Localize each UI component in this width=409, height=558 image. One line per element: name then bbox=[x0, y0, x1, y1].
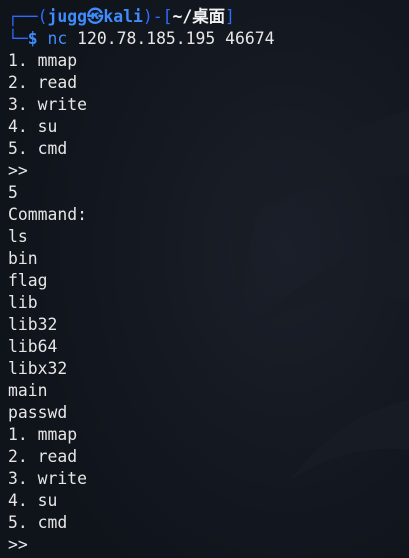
prompt-frame-mid: )-[ bbox=[142, 7, 173, 26]
output-line: 4. su bbox=[8, 117, 58, 136]
prompt-host: kali bbox=[103, 7, 143, 26]
output-line: >> bbox=[8, 535, 28, 554]
output-line: passwd bbox=[8, 403, 68, 422]
output-line: >> bbox=[8, 161, 28, 180]
output-line: flag bbox=[8, 271, 48, 290]
output-line: lib bbox=[8, 293, 38, 312]
prompt-frame-close: ] bbox=[224, 7, 235, 26]
output-line: lib64 bbox=[8, 337, 58, 356]
prompt-path: ~/桌面 bbox=[172, 7, 225, 26]
output-line: 3. write bbox=[8, 469, 87, 488]
output-line: 3. write bbox=[8, 95, 87, 114]
output-line: 2. read bbox=[8, 73, 78, 92]
output-line: 4. su bbox=[8, 491, 58, 510]
command-args: 120.78.185.195 46674 bbox=[77, 29, 275, 48]
output-line: 5. cmd bbox=[8, 139, 68, 158]
prompt-line-top: ┌──(jugg㉿kali)-[~/桌面] bbox=[8, 6, 409, 28]
output-line: bin bbox=[8, 249, 38, 268]
command-name: nc bbox=[47, 29, 68, 48]
output-line: ls bbox=[8, 227, 28, 246]
output-line: 5. cmd bbox=[8, 513, 68, 532]
output-line: Command: bbox=[8, 205, 87, 224]
prompt-user: jugg bbox=[47, 7, 87, 26]
command-output: 1. mmap 2. read 3. write 4. su 5. cmd >> 5 Comm… bbox=[8, 50, 409, 556]
output-line: 1. mmap bbox=[8, 425, 78, 444]
output-line: lib32 bbox=[8, 315, 58, 334]
output-line: 2. read bbox=[8, 447, 78, 466]
terminal-output: ┌──(jugg㉿kali)-[~/桌面] └─$ nc 120.78.185.… bbox=[8, 6, 409, 556]
prompt-symbol: $ bbox=[27, 29, 38, 48]
output-line: main bbox=[8, 381, 48, 400]
command-line: └─$ nc 120.78.185.195 46674 bbox=[8, 28, 409, 50]
prompt-frame-open: ┌──( bbox=[8, 7, 48, 26]
output-line: 1. mmap bbox=[8, 51, 78, 70]
output-line: 5 bbox=[8, 183, 18, 202]
prompt-frame-bottom: └─ bbox=[8, 29, 28, 48]
skull-icon: ㉿ bbox=[86, 7, 104, 26]
output-line: libx32 bbox=[8, 359, 68, 378]
